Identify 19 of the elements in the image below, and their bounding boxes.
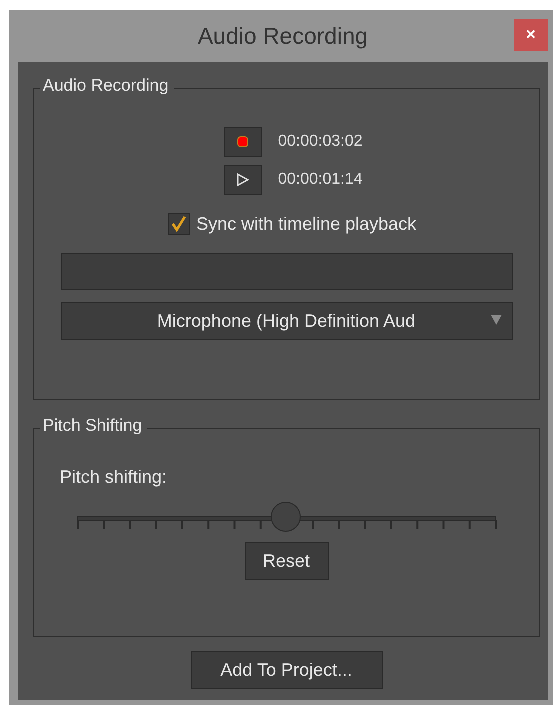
group-title: Pitch Shifting xyxy=(40,416,148,436)
dropdown-arrow-icon xyxy=(490,315,502,325)
play-icon xyxy=(236,173,250,187)
slider-thumb[interactable] xyxy=(270,502,300,532)
play-button[interactable] xyxy=(224,165,262,195)
device-dropdown[interactable]: Microphone (High Definition Aud xyxy=(60,302,512,340)
time-readout: 00:00:01:14 xyxy=(278,171,363,189)
record-icon xyxy=(237,136,250,148)
window-title: Audio Recording xyxy=(198,22,368,50)
reset-button[interactable]: Reset xyxy=(244,542,328,580)
slider-label: Pitch shifting: xyxy=(60,467,168,488)
record-button[interactable] xyxy=(224,127,262,157)
checkbox-label: Sync with timeline playback xyxy=(196,214,417,234)
dropdown-value: Microphone (High Definition Aud xyxy=(157,310,416,332)
add-to-project-button[interactable]: Add To Project... xyxy=(190,651,382,689)
time-readout: 00:00:03:02 xyxy=(278,133,363,151)
close-button[interactable]: × xyxy=(514,19,548,51)
sync-checkbox[interactable] xyxy=(168,213,190,235)
group-title: Audio Recording xyxy=(40,76,174,96)
